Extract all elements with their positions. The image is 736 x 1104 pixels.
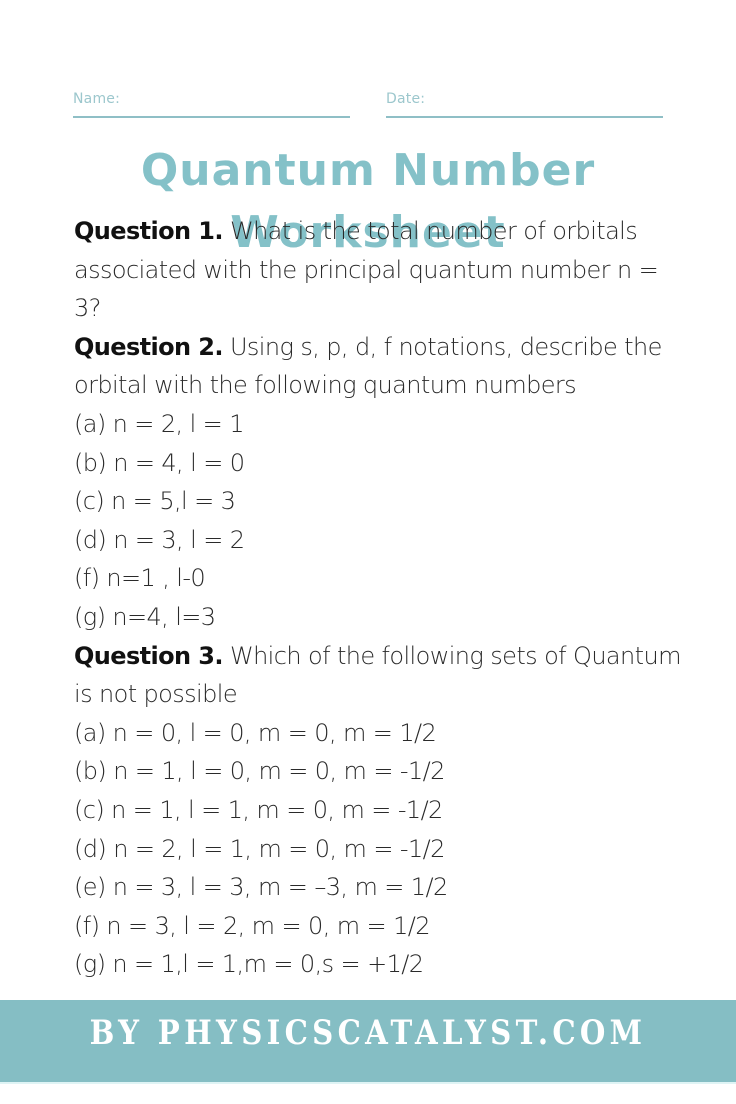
option-item: (g) n=4, l=3 — [74, 602, 216, 631]
option-item: (c) n = 1, l = 1, m = 0, m = -1/2 — [74, 795, 443, 824]
option-item: (c) n = 5,l = 3 — [74, 487, 236, 516]
option-item: (e) n = 3, l = 3, m = –3, m = 1/2 — [74, 873, 448, 902]
date-field[interactable]: Date: — [386, 88, 663, 118]
date-label: Date: — [386, 91, 426, 107]
option-item: (a) n = 0, l = 0, m = 0, m = 1/2 — [74, 718, 437, 747]
banner-text: BY PHYSICSCATALYST.COM — [89, 1013, 647, 1053]
question-2: Question 2. Using s, p, d, f notations, … — [74, 328, 684, 637]
question-3: Question 3. Which of the following sets … — [74, 637, 684, 984]
option-item: (b) n = 1, l = 0, m = 0, m = -1/2 — [74, 757, 445, 786]
name-label: Name: — [73, 91, 121, 107]
question-label: Question 3. — [74, 641, 224, 670]
option-item: (f) n=1 , l-0 — [74, 564, 206, 593]
option-item: (d) n = 3, l = 2 — [74, 525, 245, 554]
question-label: Question 1. — [74, 217, 224, 245]
option-item: (a) n = 2, l = 1 — [74, 409, 244, 438]
option-item: (b) n = 4, l = 0 — [74, 448, 245, 477]
option-item: (g) n = 1,l = 1,m = 0,s = +1/2 — [74, 950, 424, 979]
name-field[interactable]: Name: — [73, 88, 350, 118]
question-label: Question 2. — [74, 332, 224, 361]
option-item: (d) n = 2, l = 1, m = 0, m = -1/2 — [74, 834, 445, 863]
footer-banner: BY PHYSICSCATALYST.COM — [0, 1000, 736, 1084]
option-item: (f) n = 3, l = 2, m = 0, m = 1/2 — [74, 911, 431, 940]
question-1: Question 1. What is the total number of … — [74, 212, 684, 328]
questions-list: Question 1. What is the total number of … — [74, 212, 684, 984]
